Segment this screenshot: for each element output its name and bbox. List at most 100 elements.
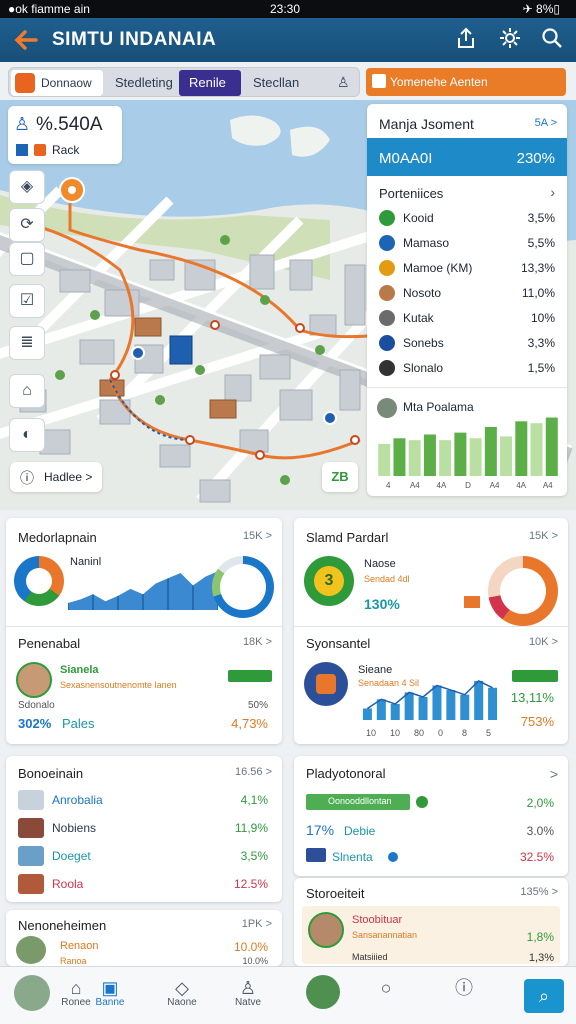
info-dot-icon	[388, 852, 398, 862]
nav-info[interactable]: ⓘ	[444, 979, 484, 997]
chart-tick-label: A4	[410, 481, 420, 490]
chevron-right-icon[interactable]: ›	[550, 184, 555, 200]
status-bar: ●ok fiamme ain 23:30 ✈ 8%▯	[0, 0, 576, 18]
list-icon[interactable]: ≣	[9, 326, 45, 360]
list-item-label[interactable]: Nobiens	[52, 821, 96, 835]
chart-bar	[474, 680, 484, 720]
tab-renile[interactable]: Renile	[179, 70, 241, 96]
tab-stecllan[interactable]: Stecllan	[243, 70, 333, 96]
banner-value: 230%	[516, 150, 555, 167]
card3-person2-value: 10.0%	[242, 956, 268, 966]
route-icon[interactable]: ⟳	[9, 208, 45, 242]
card1-meta[interactable]: 15K >	[243, 530, 272, 542]
chart-tick-label: 8	[462, 728, 468, 738]
list-item-icon	[18, 846, 44, 866]
chart-bar	[460, 694, 470, 720]
nav-browse[interactable]: ▣ Banne	[90, 979, 130, 1008]
settings-icon[interactable]	[496, 26, 524, 54]
card3-section-meta[interactable]: 1PK >	[242, 918, 272, 930]
card-storoeiteit: Storoeiteit 135% > Stoobituar Sansananna…	[294, 878, 568, 966]
nav-avatar[interactable]	[14, 975, 50, 1011]
list-item-icon	[18, 874, 44, 894]
frame-icon[interactable]: ▢	[9, 242, 45, 276]
card4-person2-value: 1,3%	[528, 952, 554, 964]
list-item-value: 1,5%	[527, 361, 555, 375]
nav-avatar-2[interactable]	[306, 975, 340, 1009]
chart-tick-label: 10	[366, 728, 377, 738]
card3-title: Bonoeinain	[18, 766, 84, 781]
chart-tick-label: A4	[490, 481, 500, 490]
list-item-label[interactable]: Doeget	[52, 849, 91, 863]
person-icon: ♙	[14, 114, 31, 134]
share-icon[interactable]	[452, 26, 480, 54]
city-panel-count[interactable]: 5A >	[535, 117, 557, 129]
map-badge[interactable]: ZB	[322, 462, 358, 492]
chart-bar	[408, 440, 421, 476]
card4-section-meta[interactable]: 135% >	[520, 886, 558, 898]
list-item-label[interactable]: Mamaso	[403, 236, 449, 250]
tab-stedleting[interactable]: Stedleting	[105, 70, 185, 96]
card1-person-sub: Sexasnensoutnenomte lanen	[60, 680, 177, 690]
chart-bar	[376, 699, 386, 720]
app-title: SIMTU INDANAIA	[52, 29, 217, 50]
card4-row2-value: 3.0%	[526, 824, 554, 838]
chart-bar	[378, 443, 391, 476]
card2-sub: Naose	[364, 558, 396, 570]
card2-meta[interactable]: 15K >	[529, 530, 558, 542]
city-panel-banner: M0AA0I 230%	[367, 138, 567, 176]
card4-person1: Stoobituar	[352, 914, 403, 926]
list-item-label[interactable]: Nosoto	[403, 286, 441, 300]
list-item-label[interactable]: Anrobalia	[52, 793, 103, 807]
card1-stat-left: 302%	[18, 716, 52, 731]
check-icon	[416, 796, 428, 808]
avatar	[16, 936, 46, 964]
nav-chat[interactable]: ○	[366, 979, 406, 997]
list-item-icon	[379, 235, 395, 251]
map-action-label: Hadlee >	[44, 470, 93, 484]
photo-icon[interactable]: ◐	[9, 418, 45, 452]
user-icon: ♙	[239, 978, 257, 998]
chart-tick-label: D	[465, 481, 471, 490]
alert-button[interactable]: Yomenehe Aenten	[366, 68, 566, 96]
search-icon[interactable]	[538, 26, 566, 54]
list-item-label[interactable]: Sonebs	[403, 336, 444, 350]
list-item-value: 12.5%	[233, 877, 268, 891]
tab-label: Donnaow	[41, 76, 92, 90]
list-item-label[interactable]: Kooid	[403, 211, 434, 225]
list-item-icon	[379, 210, 395, 226]
user-icon[interactable]: ♙	[337, 74, 350, 91]
list-item-icon	[379, 335, 395, 351]
card2-section-meta[interactable]: 10K >	[529, 636, 558, 648]
chart-bar	[488, 687, 498, 720]
card2-stat: 130%	[364, 596, 400, 612]
search-button[interactable]: ⌕	[524, 979, 564, 1013]
list-item-label[interactable]: Kutak	[403, 311, 434, 325]
list-item-label[interactable]: Mamoe (KM)	[403, 261, 472, 275]
avatar	[308, 912, 344, 948]
chart-bar	[500, 436, 513, 476]
compass-icon: ◇	[175, 978, 189, 998]
card1-section-meta[interactable]: 18K >	[243, 636, 272, 648]
card3-meta[interactable]: 16.56 >	[235, 766, 272, 778]
pin-icon[interactable]: ⌂	[9, 374, 45, 408]
layers-icon[interactable]: ◈	[9, 170, 45, 204]
tab-donnaow[interactable]: Donnaow	[11, 70, 103, 96]
divider	[6, 626, 282, 627]
status-time: 23:30	[270, 2, 301, 16]
map-action-button[interactable]: ⓘ Hadlee >	[10, 462, 102, 492]
list-item-value: 13,3%	[520, 261, 555, 275]
nav-profile[interactable]: ♙ Natve	[228, 979, 268, 1008]
card4-progress-bar: Oonooddllontan	[306, 794, 410, 810]
list-item-label[interactable]: Slonalo	[403, 361, 443, 375]
nav-explore[interactable]: ◇ Naone	[162, 979, 202, 1008]
info-icon: ⓘ	[20, 470, 34, 486]
info-icon: ⓘ	[455, 978, 473, 998]
card4-meta[interactable]: >	[550, 766, 558, 782]
card1-person: Sianela	[60, 664, 99, 676]
card2-donut-center: 3	[314, 566, 344, 596]
back-icon[interactable]	[12, 26, 40, 54]
list-item-label[interactable]: Roola	[52, 877, 83, 891]
card2-gauge	[488, 556, 558, 626]
status-icons: ✈ 8%▯	[522, 2, 560, 16]
check-icon[interactable]: ☑	[9, 284, 45, 318]
